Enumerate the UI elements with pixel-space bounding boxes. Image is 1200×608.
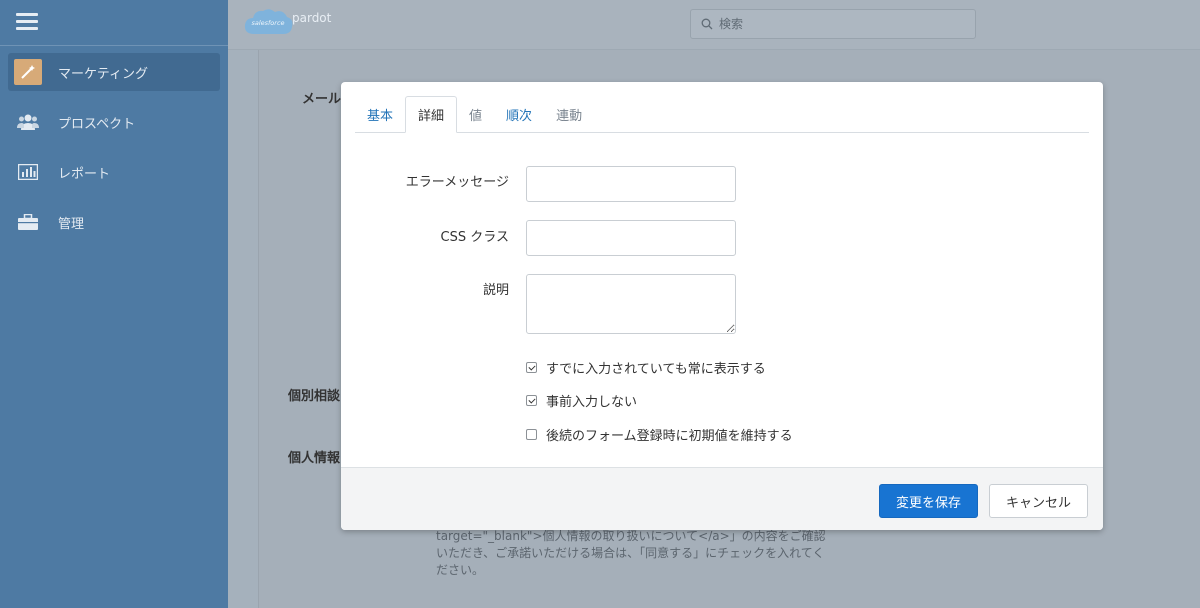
- save-changes-button[interactable]: 変更を保存: [879, 484, 978, 518]
- always-display-label: すでに入力されていても常に表示する: [546, 362, 766, 377]
- field-edit-modal: 基本 詳細 値 順次 連動 エラーメッセージ CSS クラス 説明 すでに入力さ…: [341, 82, 1103, 530]
- sidebar-item-admin[interactable]: 管理: [8, 203, 220, 241]
- salesforce-logo-icon: salesforce: [242, 6, 294, 38]
- sidebar: マーケティング プロスペクト レポート 管理: [0, 0, 228, 608]
- bg-label-consult: 個別相談: [288, 389, 341, 404]
- css-class-input[interactable]: [526, 220, 736, 256]
- chart-icon: [14, 159, 42, 185]
- bg-privacy-notice: target="_blank">個人情報の取り扱いについて</a>」の内容をご確…: [436, 529, 826, 577]
- sidebar-item-prospects[interactable]: プロスペクト: [8, 103, 220, 141]
- modal-footer: 変更を保存 キャンセル: [341, 467, 1103, 530]
- always-display-checkbox[interactable]: [526, 362, 537, 373]
- briefcase-icon: [14, 209, 42, 235]
- search-input[interactable]: [719, 17, 959, 31]
- always-display-checkbox-row[interactable]: すでに入力されていても常に表示する: [526, 358, 766, 377]
- keep-initial-value-checkbox[interactable]: [526, 429, 537, 440]
- sidebar-item-label: レポート: [58, 166, 111, 182]
- logo-cloud-text: salesforce: [251, 19, 284, 27]
- css-class-label: CSS クラス: [440, 230, 509, 245]
- pardot-logo-text: pardot: [292, 11, 332, 25]
- hamburger-menu-icon[interactable]: [16, 13, 38, 31]
- sidebar-item-marketing[interactable]: マーケティング: [8, 53, 220, 91]
- cancel-button[interactable]: キャンセル: [989, 484, 1088, 518]
- no-prefill-checkbox-row[interactable]: 事前入力しない: [526, 391, 637, 410]
- error-message-input[interactable]: [526, 166, 736, 202]
- search-box[interactable]: [690, 9, 976, 39]
- description-label: 説明: [482, 283, 509, 298]
- sidebar-item-reports[interactable]: レポート: [8, 153, 220, 191]
- no-prefill-checkbox[interactable]: [526, 395, 537, 406]
- tab-dependent[interactable]: 連動: [544, 96, 594, 133]
- no-prefill-label: 事前入力しない: [546, 395, 638, 410]
- bg-label-privacy: 個人情報: [288, 451, 341, 466]
- tab-advanced[interactable]: 詳細: [405, 96, 458, 133]
- tab-progressive[interactable]: 順次: [494, 96, 544, 133]
- sidebar-header: [0, 0, 228, 46]
- keep-initial-value-label: 後続のフォーム登録時に初期値を維持する: [546, 429, 793, 444]
- bg-label-mail: メール: [302, 92, 342, 107]
- error-message-label: エラーメッセージ: [405, 175, 509, 190]
- users-icon: [14, 109, 42, 135]
- keep-initial-value-checkbox-row[interactable]: 後続のフォーム登録時に初期値を維持する: [526, 425, 793, 444]
- sidebar-item-label: マーケティング: [58, 66, 148, 82]
- tab-basic[interactable]: 基本: [355, 96, 405, 133]
- sidebar-item-label: 管理: [58, 216, 85, 232]
- top-bar: salesforce pardot: [228, 0, 1200, 50]
- tab-values[interactable]: 値: [457, 96, 494, 133]
- wand-icon: [14, 59, 42, 85]
- description-textarea[interactable]: [526, 274, 736, 334]
- sidebar-item-label: プロスペクト: [58, 116, 136, 132]
- search-icon: [701, 15, 713, 34]
- modal-tabs: 基本 詳細 値 順次 連動: [355, 96, 1089, 133]
